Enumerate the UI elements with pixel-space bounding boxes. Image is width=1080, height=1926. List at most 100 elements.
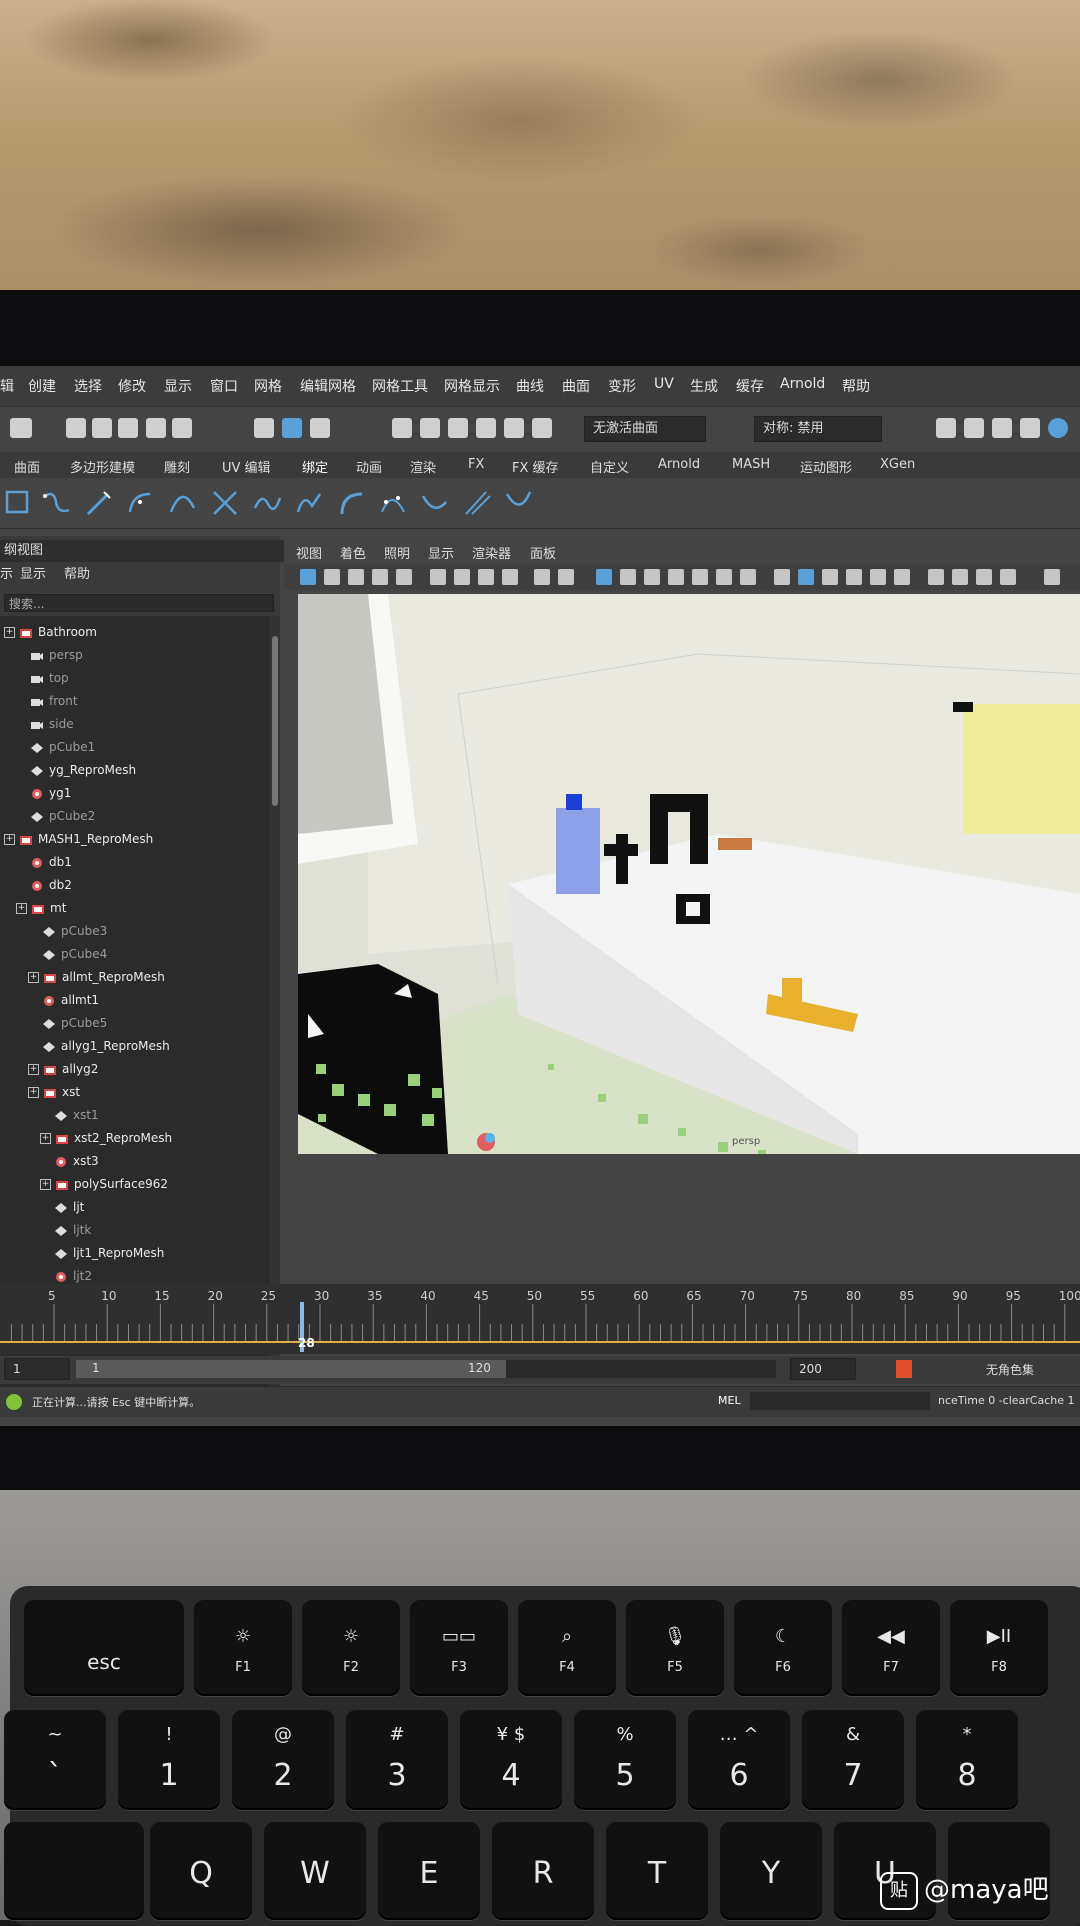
key-number[interactable]: & 7 xyxy=(802,1710,904,1810)
detach-curve-icon[interactable] xyxy=(294,488,324,518)
key-f4[interactable]: ⌕ F4 xyxy=(518,1600,616,1696)
shelf-tab-arnold[interactable]: Arnold xyxy=(658,457,700,472)
menu-item-mesh-tools[interactable]: 网格工具 xyxy=(372,376,428,396)
snap-grid-icon[interactable] xyxy=(392,418,412,438)
resolution-gate-icon[interactable] xyxy=(644,569,660,585)
outliner-node[interactable]: pCube5 xyxy=(28,1013,107,1033)
cv-curve-icon[interactable] xyxy=(42,488,72,518)
shelf-tab-rigging[interactable]: 绑定 xyxy=(302,457,328,476)
key-letter[interactable]: E xyxy=(378,1822,480,1920)
key-f1[interactable]: ☼ F1 xyxy=(194,1600,292,1696)
outliner-node[interactable]: persp xyxy=(16,645,83,665)
menu-set-dropdown[interactable] xyxy=(10,418,32,438)
shelf-tab-rendering[interactable]: 渲染 xyxy=(410,457,436,476)
key-letter[interactable]: R xyxy=(492,1822,594,1920)
outliner-node[interactable]: + MASH1_ReproMesh xyxy=(4,829,153,849)
outliner-node[interactable]: pCube2 xyxy=(16,806,95,826)
time-slider[interactable]: 5 10 15 20 25 30 35 40 45 50 55 60 65 70 75 80 85 90 95 100… xyxy=(0,1284,1080,1354)
menu-item-generate[interactable]: 生成 xyxy=(690,376,718,396)
safe-action-icon[interactable] xyxy=(716,569,732,585)
menu-item-cache[interactable]: 缓存 xyxy=(736,376,764,396)
anti-alias-icon[interactable] xyxy=(976,569,992,585)
key-f8[interactable]: ▶II F8 xyxy=(950,1600,1048,1696)
shelf-tab-uv-editing[interactable]: UV 编辑 xyxy=(222,457,271,476)
new-scene-icon[interactable] xyxy=(66,418,86,438)
shadows-icon[interactable] xyxy=(894,569,910,585)
expand-icon[interactable]: + xyxy=(28,972,39,983)
attach-curve-icon[interactable] xyxy=(252,488,282,518)
camera-icon[interactable] xyxy=(454,569,470,585)
mel-label[interactable]: MEL xyxy=(718,1394,741,1407)
rebuild-curve-icon[interactable] xyxy=(378,488,408,518)
hud-icon[interactable] xyxy=(1044,569,1060,585)
start-frame-field[interactable]: 1 xyxy=(4,1358,70,1380)
outliner-node[interactable]: + xst xyxy=(28,1082,80,1102)
depth-of-field-icon[interactable] xyxy=(1000,569,1016,585)
film-gate-toggle-icon[interactable] xyxy=(620,569,636,585)
square-curve-icon[interactable] xyxy=(4,488,30,518)
grease-pencil-icon[interactable] xyxy=(430,569,446,585)
save-scene-icon[interactable] xyxy=(118,418,138,438)
twod-pan-icon[interactable] xyxy=(396,569,412,585)
shelf-tab-fx[interactable]: FX xyxy=(468,457,484,472)
menu-item-window[interactable]: 窗口 xyxy=(210,376,238,396)
arc-tool-icon[interactable] xyxy=(126,488,156,518)
shelf-tab-motion-graphics[interactable]: 运动图形 xyxy=(800,457,852,476)
shelf-tab-animation[interactable]: 动画 xyxy=(356,457,382,476)
menu-item-deform[interactable]: 变形 xyxy=(608,376,636,396)
render-view-icon[interactable] xyxy=(936,418,956,438)
outliner-menu-show[interactable]: 示 xyxy=(0,564,13,586)
outliner-node[interactable]: + Bathroom xyxy=(4,622,97,642)
outliner-node[interactable]: front xyxy=(16,691,78,711)
shelf-tab-sculpting[interactable]: 雕刻 xyxy=(164,457,190,476)
xray-icon[interactable] xyxy=(558,569,574,585)
menu-item-display[interactable]: 显示 xyxy=(164,376,192,396)
shelf-tab-mash[interactable]: MASH xyxy=(732,457,770,472)
snap-view-icon[interactable] xyxy=(476,418,496,438)
end-frame-field[interactable]: 200 xyxy=(790,1358,856,1380)
key-letter[interactable]: Q xyxy=(150,1822,252,1920)
shelf-tab-fx-cache[interactable]: FX 缓存 xyxy=(512,457,559,476)
outliner-node[interactable]: + allmt_ReproMesh xyxy=(28,967,165,987)
menu-item-surfaces[interactable]: 曲面 xyxy=(562,376,590,396)
ipr-render-icon[interactable] xyxy=(992,418,1012,438)
select-camera-icon[interactable] xyxy=(300,569,316,585)
extend-curve-icon[interactable] xyxy=(420,488,450,518)
textured-icon[interactable] xyxy=(846,569,862,585)
key-f5[interactable]: 🎙 F5 xyxy=(626,1600,724,1696)
menu-item-create[interactable]: 创建 xyxy=(28,376,56,396)
outliner-menu-display[interactable]: 显示 xyxy=(20,564,46,586)
motion-blur-icon[interactable] xyxy=(952,569,968,585)
select-object-icon[interactable] xyxy=(282,418,302,438)
render-frame-icon[interactable] xyxy=(964,418,984,438)
key-f3[interactable]: ▭▭ F3 xyxy=(410,1600,508,1696)
outliner-node[interactable]: allyg1_ReproMesh xyxy=(28,1036,170,1056)
select-hierarchy-icon[interactable] xyxy=(254,418,274,438)
live-surface-field[interactable]: 无激活曲面 xyxy=(584,416,706,442)
snap-surface-icon[interactable] xyxy=(504,418,524,438)
outliner-node[interactable]: pCube1 xyxy=(16,737,95,757)
outliner-node[interactable]: ljt2 xyxy=(40,1266,92,1286)
expand-icon[interactable]: + xyxy=(4,627,15,638)
viewport-menu-view[interactable]: 视图 xyxy=(296,543,322,562)
outliner-node[interactable]: top xyxy=(16,668,69,688)
outliner-node[interactable]: + allyg2 xyxy=(28,1059,98,1079)
outliner-node[interactable]: yg_ReproMesh xyxy=(16,760,136,780)
outliner-node[interactable]: yg1 xyxy=(16,783,71,803)
wireframe-icon[interactable] xyxy=(774,569,790,585)
viewport-menu-lighting[interactable]: 照明 xyxy=(384,543,410,562)
bookmark-icon[interactable] xyxy=(348,569,364,585)
key-letter[interactable]: T xyxy=(606,1822,708,1920)
offset-curve-icon[interactable] xyxy=(462,488,492,518)
menu-item-modify[interactable]: 修改 xyxy=(118,376,146,396)
ambient-occlusion-icon[interactable] xyxy=(928,569,944,585)
viewport-menu-renderer[interactable]: 渲染器 xyxy=(472,543,511,562)
snap-point-icon[interactable] xyxy=(448,418,468,438)
image-plane-icon[interactable] xyxy=(372,569,388,585)
menu-item-mesh-display[interactable]: 网格显示 xyxy=(444,376,500,396)
smooth-shade-icon[interactable] xyxy=(798,569,814,585)
outliner-node[interactable]: + mt xyxy=(16,898,66,918)
isolate-icon[interactable] xyxy=(534,569,550,585)
key-number[interactable]: … ^ 6 xyxy=(688,1710,790,1810)
key-letter[interactable]: Y xyxy=(720,1822,822,1920)
